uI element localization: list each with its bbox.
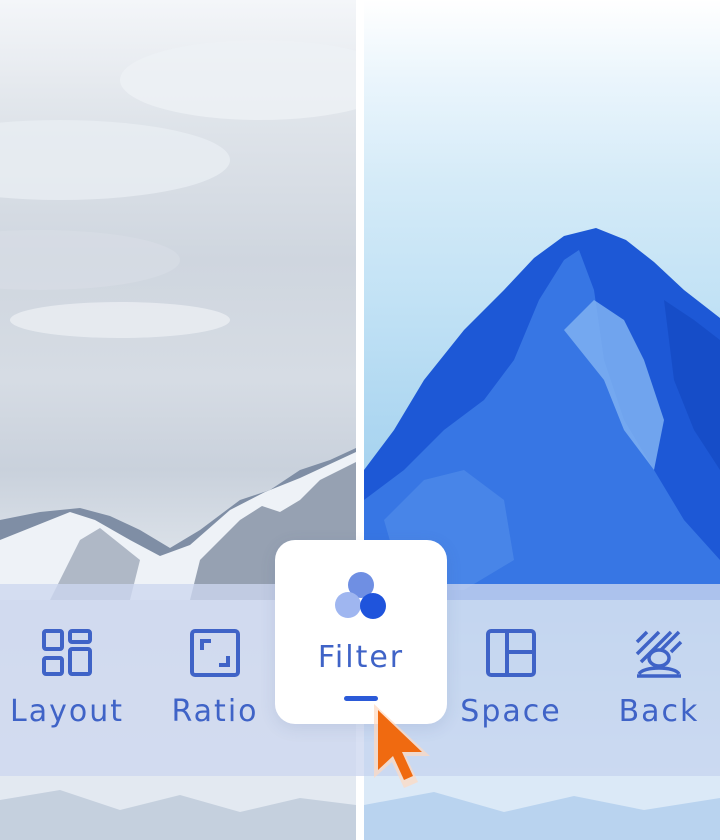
tool-layout-label: Layout bbox=[10, 694, 124, 729]
aspect-ratio-icon bbox=[189, 628, 241, 680]
tool-space-label: Space bbox=[460, 694, 562, 729]
filter-circles-icon bbox=[333, 570, 389, 626]
photo-editor-screen: Layout Ratio Space Back Filter bbox=[0, 0, 720, 840]
split-panel-icon bbox=[485, 628, 537, 680]
tool-filter[interactable]: Filter bbox=[275, 540, 447, 724]
tool-ratio[interactable]: Ratio bbox=[150, 584, 280, 776]
tool-space[interactable]: Space bbox=[446, 584, 576, 776]
tool-filter-label: Filter bbox=[317, 640, 405, 675]
tool-back[interactable]: Back bbox=[594, 584, 720, 776]
tool-back-label: Back bbox=[618, 694, 700, 729]
tool-layout[interactable]: Layout bbox=[2, 584, 132, 776]
pointer-cursor-icon bbox=[366, 700, 436, 792]
background-person-icon bbox=[633, 628, 685, 680]
tool-ratio-label: Ratio bbox=[171, 694, 259, 729]
layout-grid-icon bbox=[41, 628, 93, 680]
